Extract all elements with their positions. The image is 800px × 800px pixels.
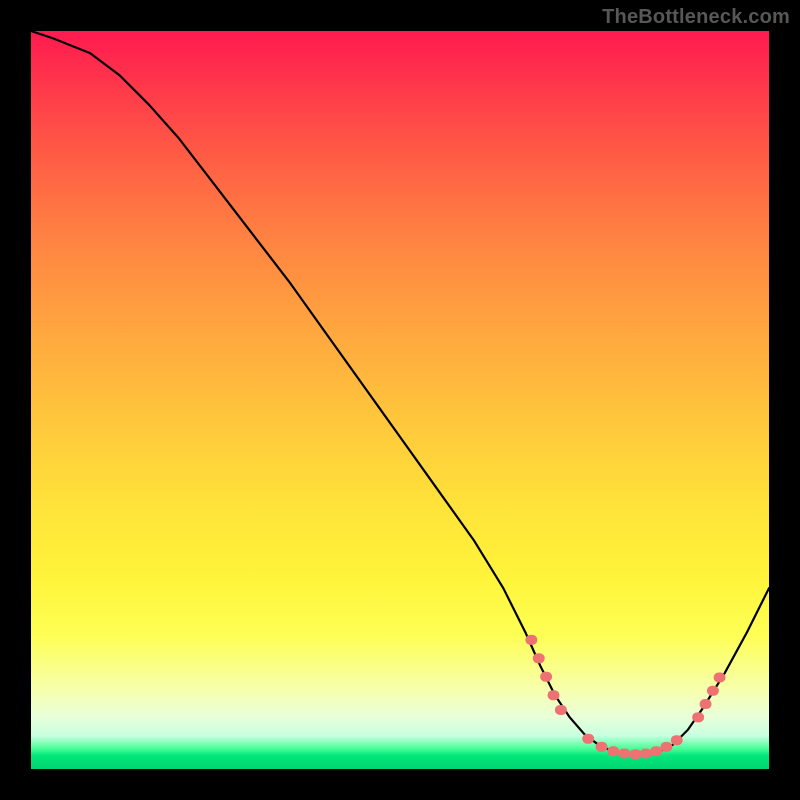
data-marker	[714, 672, 726, 682]
plot-area	[31, 31, 769, 769]
data-marker	[629, 749, 641, 759]
data-marker	[555, 705, 567, 715]
bottleneck-curve	[31, 31, 769, 754]
data-marker	[640, 749, 652, 759]
data-marker	[660, 742, 672, 752]
data-marker	[582, 734, 594, 744]
chart-frame: TheBottleneck.com	[0, 0, 800, 800]
data-marker	[650, 746, 662, 756]
data-marker	[607, 746, 619, 756]
data-marker	[525, 635, 537, 645]
watermark-text: TheBottleneck.com	[602, 6, 790, 29]
data-marker	[595, 742, 607, 752]
curve-layer	[31, 31, 769, 769]
data-marker	[671, 735, 683, 745]
data-marker	[618, 749, 630, 759]
data-marker	[548, 690, 560, 700]
data-marker	[540, 672, 552, 682]
data-marker	[700, 699, 712, 709]
data-marker	[533, 653, 545, 663]
data-marker	[707, 686, 719, 696]
data-marker	[692, 712, 704, 722]
